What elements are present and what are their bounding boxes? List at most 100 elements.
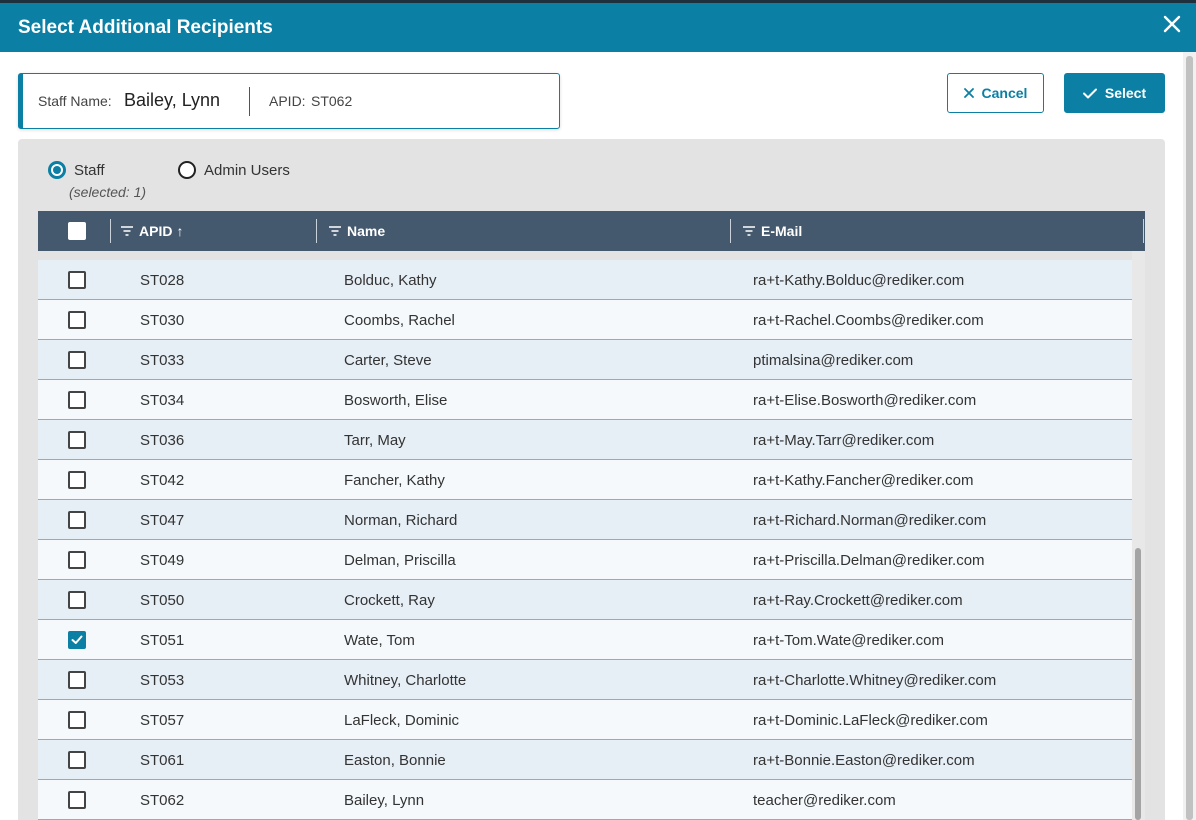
select-all-checkbox-cell[interactable] <box>68 211 86 251</box>
row-checkbox-cell[interactable] <box>68 420 86 460</box>
cell-apid: ST028 <box>140 271 185 289</box>
radio-admin-users[interactable]: Admin Users <box>178 161 290 179</box>
cell-name: Tarr, May <box>344 431 406 449</box>
dialog-titlebar: Select Additional Recipients <box>0 0 1196 52</box>
row-checkbox-cell[interactable] <box>68 460 86 500</box>
column-divider <box>110 219 111 243</box>
table-row[interactable]: ST057 LaFleck, Dominic ra+t-Dominic.LaFlec… <box>38 700 1132 740</box>
table-row[interactable]: ST051 Wate, Tom ra+t-Tom.Wate@rediker.com <box>38 620 1132 660</box>
x-icon <box>963 88 974 98</box>
row-checkbox[interactable] <box>68 631 86 649</box>
table-row[interactable]: ST028 Bolduc, Kathy ra+t-Kathy.Bolduc@redi… <box>38 260 1132 300</box>
row-checkbox[interactable] <box>68 671 86 689</box>
select-button-label: Select <box>1104 85 1147 101</box>
row-checkbox-cell[interactable] <box>68 620 86 660</box>
dialog-scrollbar-thumb[interactable] <box>1186 56 1193 820</box>
cell-email: ra+t-Richard.Norman@rediker.com <box>753 511 987 529</box>
table-row[interactable]: ST062 Bailey, Lynn teacher@rediker.com <box>38 780 1132 820</box>
radio-button[interactable] <box>48 161 66 179</box>
select-button[interactable]: Select <box>1064 73 1165 113</box>
row-checkbox-cell[interactable] <box>68 740 86 780</box>
select-all-checkbox[interactable] <box>68 222 86 240</box>
cell-apid: ST050 <box>140 591 185 609</box>
cell-email: teacher@rediker.com <box>753 791 896 809</box>
row-checkbox[interactable] <box>68 511 86 529</box>
cell-name: Whitney, Charlotte <box>344 671 467 689</box>
row-checkbox[interactable] <box>68 391 86 409</box>
row-checkbox-cell[interactable] <box>68 660 86 700</box>
row-checkbox[interactable] <box>68 471 86 489</box>
row-checkbox[interactable] <box>68 351 86 369</box>
cell-name: Delman, Priscilla <box>344 551 456 569</box>
row-checkbox[interactable] <box>68 711 86 729</box>
cell-apid: ST034 <box>140 391 185 409</box>
row-checkbox-cell[interactable] <box>68 700 86 740</box>
cell-email: ra+t-Charlotte.Whitney@rediker.com <box>753 671 997 689</box>
radio-admin-users-label: Admin Users <box>204 161 290 179</box>
row-checkbox-cell[interactable] <box>68 380 86 420</box>
row-checkbox[interactable] <box>68 311 86 329</box>
row-checkbox[interactable] <box>68 431 86 449</box>
row-checkbox[interactable] <box>68 271 86 289</box>
row-checkbox[interactable] <box>68 551 86 569</box>
table-row[interactable]: ST050 Crockett, Ray ra+t-Ray.Crockett@redi… <box>38 580 1132 620</box>
column-header-name[interactable]: Name <box>329 211 385 251</box>
cell-email: ra+t-Bonnie.Easton@rediker.com <box>753 751 975 769</box>
row-checkbox[interactable] <box>68 791 86 809</box>
cancel-button[interactable]: Cancel <box>947 73 1044 113</box>
radio-staff-label: Staff <box>74 161 105 179</box>
checkmark-icon <box>71 635 83 644</box>
table-row[interactable]: ST030 Coombs, Rachel ra+t-Rachel.Coombs@re… <box>38 300 1132 340</box>
row-checkbox-cell[interactable] <box>68 300 86 340</box>
apid-value: ST062 <box>311 93 353 109</box>
cell-apid: ST062 <box>140 791 185 809</box>
cell-name: Fancher, Kathy <box>344 471 445 489</box>
selected-count: (selected: 1) <box>69 184 147 200</box>
cell-apid: ST061 <box>140 751 185 769</box>
table-row[interactable]: ST034 Bosworth, Elise ra+t-Elise.Bosworth@… <box>38 380 1132 420</box>
cell-name: Wate, Tom <box>344 631 415 649</box>
cell-name: Crockett, Ray <box>344 591 435 609</box>
radio-staff[interactable]: Staff <box>48 161 105 179</box>
filter-icon[interactable] <box>329 226 341 236</box>
cell-email: ra+t-Dominic.LaFleck@rediker.com <box>753 711 988 729</box>
row-checkbox-cell[interactable] <box>68 260 86 300</box>
filter-icon[interactable] <box>743 226 755 236</box>
table-row[interactable]: ST033 Carter, Steve ptimalsina@rediker.com <box>38 340 1132 380</box>
column-header-email[interactable]: E-Mail <box>743 211 802 251</box>
cell-name: Bolduc, Kathy <box>344 271 437 289</box>
cell-email: ra+t-Kathy.Bolduc@rediker.com <box>753 271 965 289</box>
table-row[interactable]: ST036 Tarr, May ra+t-May.Tarr@rediker.com <box>38 420 1132 460</box>
radio-button[interactable] <box>178 161 196 179</box>
row-checkbox-cell[interactable] <box>68 340 86 380</box>
sort-ascending-icon: ↑ <box>176 223 184 239</box>
staff-name-value: Bailey, Lynn <box>124 90 221 110</box>
row-checkbox[interactable] <box>68 591 86 609</box>
cell-name: LaFleck, Dominic <box>344 711 460 729</box>
cell-name: Bosworth, Elise <box>344 391 448 409</box>
row-checkbox-cell[interactable] <box>68 780 86 820</box>
cell-email: ra+t-Elise.Bosworth@rediker.com <box>753 391 977 409</box>
filter-icon[interactable] <box>121 226 133 236</box>
grid-scrollbar-thumb[interactable] <box>1135 548 1141 820</box>
table-row[interactable]: ST042 Fancher, Kathy ra+t-Kathy.Fancher@re… <box>38 460 1132 500</box>
table-row[interactable]: ST047 Norman, Richard ra+t-Richard.Norman@… <box>38 500 1132 540</box>
staff-name-label: Staff Name: <box>38 93 112 109</box>
table-row[interactable]: ST049 Delman, Priscilla ra+t-Priscilla.Del… <box>38 540 1132 580</box>
table-row[interactable]: ST061 Easton, Bonnie ra+t-Bonnie.Easton@re… <box>38 740 1132 780</box>
column-header-name-label: Name <box>347 223 386 239</box>
cell-apid: ST049 <box>140 551 185 569</box>
cell-email: ra+t-Ray.Crockett@rediker.com <box>753 591 963 609</box>
column-divider <box>316 219 317 243</box>
column-header-apid[interactable]: APID ↑ <box>121 211 183 251</box>
row-checkbox-cell[interactable] <box>68 500 86 540</box>
cell-email: ra+t-May.Tarr@rediker.com <box>753 431 935 449</box>
cell-apid: ST042 <box>140 471 185 489</box>
grid-header: APID ↑ Name E-Mail <box>38 211 1145 251</box>
row-checkbox[interactable] <box>68 751 86 769</box>
table-row[interactable]: ST053 Whitney, Charlotte ra+t-Charlotte.Wh… <box>38 660 1132 700</box>
row-checkbox-cell[interactable] <box>68 580 86 620</box>
close-icon[interactable] <box>1160 12 1184 36</box>
column-header-email-label: E-Mail <box>761 223 803 239</box>
row-checkbox-cell[interactable] <box>68 540 86 580</box>
